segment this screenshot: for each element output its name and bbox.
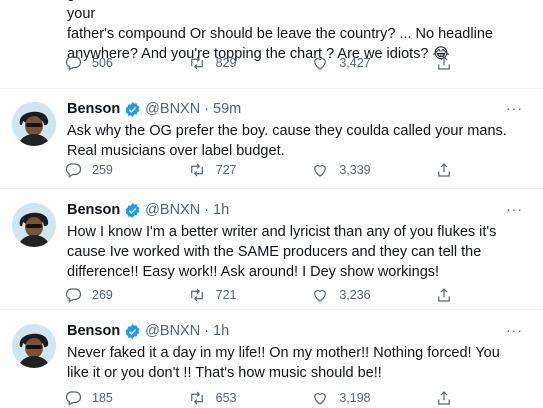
retweet-button[interactable]: 727 — [188, 161, 248, 179]
tweet-actions: 269 721 3,236 — [64, 285, 453, 305]
reply-count: 259 — [92, 163, 113, 177]
like-count: 3,427 — [339, 56, 371, 70]
reply-button[interactable]: 259 — [64, 161, 124, 179]
share-button[interactable] — [435, 54, 453, 72]
like-button[interactable]: 3,339 — [311, 161, 371, 179]
share-icon — [438, 163, 450, 177]
share-button[interactable] — [435, 286, 453, 304]
like-button[interactable]: 3,427 — [311, 54, 371, 72]
like-count: 3,339 — [339, 163, 371, 177]
retweet-icon — [190, 288, 203, 302]
tweet-timestamp[interactable]: 1h — [213, 321, 229, 341]
tweet-header: Benson @BNXN · 1h — [67, 321, 523, 341]
tweet-text: Ask why the OG prefer the boy. cause the… — [67, 123, 507, 159]
retweet-icon — [190, 391, 203, 405]
reply-icon — [65, 288, 82, 303]
retweet-button[interactable]: 653 — [188, 389, 248, 407]
retweet-count: 829 — [215, 56, 237, 70]
share-icon — [438, 391, 450, 405]
reply-button[interactable]: 506 — [64, 54, 124, 72]
reply-icon — [65, 56, 82, 71]
reply-button[interactable]: 185 — [64, 389, 124, 407]
reply-count: 185 — [92, 391, 113, 405]
tweet-actions: 185 653 3,198 — [64, 388, 453, 408]
more-icon[interactable]: ··· — [506, 322, 523, 338]
verified-badge-icon — [124, 202, 141, 219]
separator-dot: · — [204, 101, 210, 117]
like-button[interactable]: 3,198 — [311, 389, 371, 407]
like-button[interactable]: 3,236 — [311, 286, 371, 304]
avatar[interactable] — [12, 324, 56, 368]
reply-count: 506 — [92, 56, 113, 70]
tweet-text: How I know I'm a better writer and lyric… — [67, 224, 497, 280]
retweet-count: 653 — [215, 391, 237, 405]
tweet[interactable]: Benson @BNXN · 1h ··· How I know I'm a b… — [0, 189, 543, 310]
tweet-timestamp[interactable]: 1h — [213, 200, 229, 220]
like-count: 3,236 — [339, 288, 371, 302]
tweet-header: Benson @BNXN · 1h — [67, 200, 523, 220]
avatar-image — [12, 203, 56, 247]
retweet-icon — [190, 56, 203, 70]
verified-badge-icon — [124, 101, 141, 118]
like-icon — [314, 165, 327, 177]
avatar-image — [12, 324, 56, 368]
share-icon — [438, 288, 450, 302]
author-handle[interactable]: @BNXN — [145, 200, 200, 220]
author-name[interactable]: Benson — [67, 321, 120, 341]
tweet[interactable]: Benson @BNXN · 59m ··· Ask why the OG pr… — [0, 88, 543, 189]
tweet-header: Benson @BNXN · 59m — [67, 99, 523, 119]
author-handle[interactable]: @BNXN — [145, 321, 200, 341]
tweet-actions: 259 727 3,339 — [64, 160, 453, 180]
author-handle[interactable]: @BNXN — [145, 99, 200, 119]
more-icon[interactable]: ··· — [506, 100, 523, 116]
share-button[interactable] — [435, 389, 453, 407]
tweet[interactable]: Benson @BNXN · 1h ··· Never faked it a d… — [0, 310, 543, 407]
partial-tweet[interactable]: game , not Balmoral , not Eko hotel , no… — [0, 0, 543, 89]
separator-dot: · — [204, 323, 210, 339]
share-icon — [438, 56, 450, 70]
avatar-image — [12, 102, 56, 146]
retweet-count: 721 — [215, 288, 237, 302]
tweet-timestamp[interactable]: 59m — [213, 99, 241, 119]
like-icon — [314, 58, 327, 70]
reply-count: 269 — [92, 288, 113, 302]
author-name[interactable]: Benson — [67, 99, 120, 119]
like-icon — [314, 393, 327, 405]
reply-icon — [65, 391, 82, 406]
separator-dot: · — [204, 202, 210, 218]
avatar[interactable] — [12, 203, 56, 247]
like-count: 3,198 — [339, 391, 371, 405]
verified-badge-icon — [124, 323, 141, 340]
retweet-button[interactable]: 829 — [188, 54, 248, 72]
retweet-icon — [190, 163, 203, 177]
tweet-text: Never faked it a day in my life!! On my … — [67, 345, 500, 381]
author-name[interactable]: Benson — [67, 200, 120, 220]
retweet-count: 727 — [215, 163, 237, 177]
avatar[interactable] — [12, 102, 56, 146]
reply-icon — [65, 163, 82, 178]
retweet-button[interactable]: 721 — [188, 286, 248, 304]
tweet-actions: 506 829 3,427 — [64, 53, 453, 73]
like-icon — [314, 290, 327, 302]
more-icon[interactable]: ··· — [506, 201, 523, 217]
reply-button[interactable]: 269 — [64, 286, 124, 304]
share-button[interactable] — [435, 161, 453, 179]
